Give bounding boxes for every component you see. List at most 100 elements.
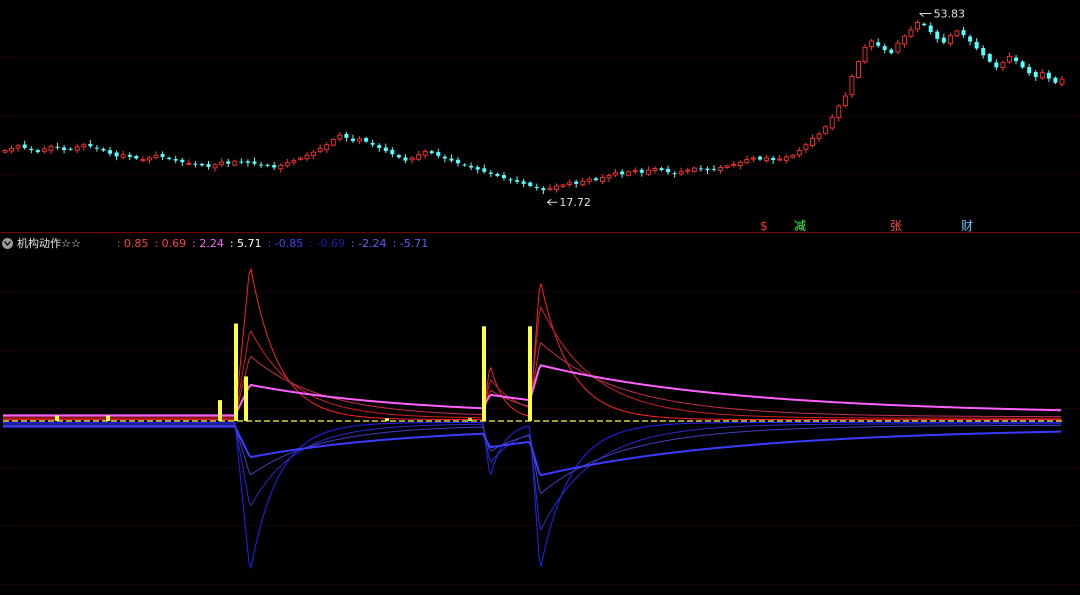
candle-body <box>219 161 225 166</box>
candle-body <box>462 164 467 166</box>
candle-body <box>456 159 460 164</box>
candle-body <box>941 37 946 43</box>
signal-bar <box>218 400 222 421</box>
candle-body <box>974 41 979 49</box>
candle-body <box>173 159 178 161</box>
signal-marker: 财 <box>961 219 973 233</box>
candle-body <box>659 168 664 171</box>
candle-body <box>206 164 211 167</box>
candle-body <box>278 164 284 170</box>
candle-body <box>678 171 684 175</box>
candle-body <box>560 184 566 187</box>
candle-body <box>1014 57 1019 62</box>
candle-body <box>377 145 382 148</box>
candle-body <box>501 175 506 179</box>
candle-body <box>22 144 27 148</box>
candle-body <box>114 152 119 157</box>
indicator-value-3: : 2.24 <box>192 236 224 250</box>
candle-body <box>297 157 303 160</box>
candle-body <box>836 105 842 119</box>
indicator-value-7: : -2.24 <box>350 236 387 250</box>
candle-body <box>987 54 992 62</box>
candle-body <box>639 169 644 173</box>
candle-body <box>810 137 815 147</box>
candle-body <box>482 168 487 172</box>
candle-body <box>475 167 480 170</box>
candle-body <box>153 154 159 158</box>
candle-body <box>265 164 270 166</box>
candle-body <box>947 35 953 44</box>
candle-body <box>284 162 290 167</box>
candle-body <box>186 162 192 165</box>
candle-body <box>731 163 737 166</box>
candle-body <box>330 138 336 146</box>
candle-body <box>2 150 8 153</box>
candle-body <box>317 147 323 152</box>
candle-body <box>140 159 146 161</box>
candle-body <box>436 151 441 156</box>
candle-body <box>311 151 317 156</box>
candle-body <box>968 36 973 42</box>
candle-body <box>74 146 80 151</box>
candle-body <box>737 161 743 167</box>
indicator-value-4: : 5.71 <box>229 236 262 250</box>
candle-body <box>829 116 835 129</box>
signal-marker: 减 <box>794 219 806 233</box>
candle-body <box>48 145 54 151</box>
candle-body <box>350 138 355 142</box>
signal-bar <box>106 415 110 421</box>
candle-body <box>1046 72 1051 79</box>
candle-body <box>750 157 756 160</box>
candle-body <box>120 154 126 158</box>
candle-body <box>882 46 887 50</box>
candle-body <box>994 62 999 68</box>
candle-body <box>954 30 960 37</box>
candle-body <box>777 158 783 161</box>
candle-body <box>823 126 829 134</box>
candle-body <box>796 150 802 156</box>
candle-body <box>364 138 369 142</box>
candle-body <box>160 154 165 157</box>
candle-body <box>574 181 579 184</box>
low-arrow <box>547 198 558 206</box>
candle-body <box>1000 62 1006 68</box>
candle-body <box>876 42 881 46</box>
stock-chart: 53.83 17.72 $ 减 张 财 <box>0 7 1080 585</box>
candle-body <box>409 157 415 161</box>
low-price-label: 17.72 <box>559 196 591 209</box>
candle-body <box>547 187 553 190</box>
candle-body <box>856 61 861 78</box>
candle-body <box>167 157 172 160</box>
candle-body <box>134 156 139 159</box>
signal-bar <box>234 323 238 421</box>
grid-lines <box>0 57 1080 585</box>
candle-body <box>620 171 625 175</box>
indicator-value-8: : -5.71 <box>392 236 429 250</box>
candle-body <box>1033 72 1038 77</box>
candle-body <box>416 154 422 160</box>
candle-body <box>981 47 986 56</box>
indicator-name: 机构动作☆☆ <box>17 237 81 250</box>
candle-body <box>705 168 710 171</box>
signal-bar <box>244 376 248 421</box>
candle-body <box>935 31 940 39</box>
chevron-down-icon[interactable] <box>2 237 13 249</box>
candle-body <box>758 156 762 160</box>
signal-bar <box>468 418 472 421</box>
candle-body <box>961 30 966 36</box>
candle-body <box>567 182 573 185</box>
candle-body <box>1020 61 1025 68</box>
candle-body <box>108 150 113 154</box>
candle-body <box>180 159 185 163</box>
candlestick-series <box>2 19 1065 195</box>
candle-body <box>304 154 310 160</box>
high-price-label: 53.83 <box>934 7 966 20</box>
indicator-value-2: : 0.69 <box>154 236 187 250</box>
candle-body <box>127 154 132 157</box>
candle-body <box>541 188 546 191</box>
candle-body <box>35 150 40 153</box>
candle-body <box>895 42 901 53</box>
candle-body <box>370 142 375 145</box>
candle-body <box>606 174 612 179</box>
candle-body <box>672 173 677 175</box>
